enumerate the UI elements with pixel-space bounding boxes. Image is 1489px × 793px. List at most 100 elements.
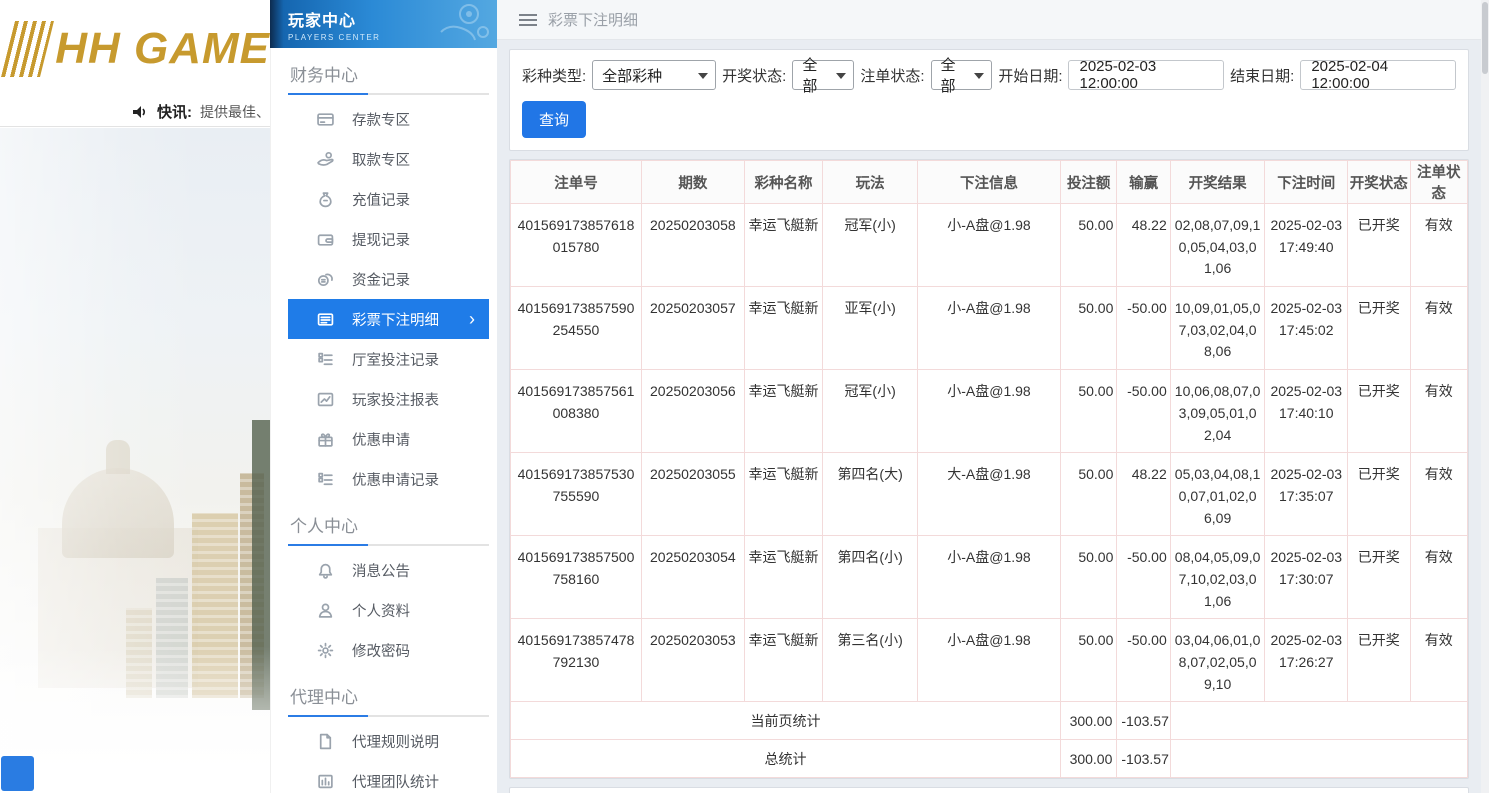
order-status-value: 全部 [940, 57, 956, 95]
table-cell: 50.00 [1059, 286, 1118, 371]
main-panel: 彩票下注明细 彩种类型: 全部彩种 开奖状态: 全部 注单状态: 全部 开始日期… [497, 0, 1481, 793]
table-cell: 2025-02-03 17:30:07 [1264, 535, 1349, 620]
table-cell: 有效 [1409, 452, 1468, 537]
sidebar-item[interactable]: 修改密码 [288, 630, 489, 670]
end-date-input[interactable]: 2025-02-04 12:00:00 [1300, 58, 1456, 92]
sidebar-item-label: 充值记录 [352, 192, 410, 209]
scrollbar-thumb[interactable] [1482, 2, 1488, 74]
table-cell: 第四名(小) [822, 535, 918, 620]
table-cell: 08,04,05,09,07,10,02,03,01,06 [1169, 535, 1266, 620]
sidebar-item[interactable]: 优惠申请记录 [288, 459, 489, 499]
table-header-row: 注单号 期数 彩种名称 玩法 下注信息 投注额 输赢 开奖结果 下注时间 开奖状态 注单状态 [510, 160, 1468, 204]
table-cell: 大-A盘@1.98 [916, 452, 1061, 537]
end-date-value: 2025-02-04 12:00:00 [1311, 58, 1389, 92]
table-cell: 幸运飞艇新 [743, 369, 824, 454]
draw-status-select[interactable]: 全部 [792, 57, 855, 95]
table-cell: 48.22 [1116, 202, 1171, 288]
table-cell: 50.00 [1059, 202, 1118, 288]
money-bag-icon [316, 190, 334, 208]
sidebar-item[interactable]: 厅室投注记录 [288, 339, 489, 379]
table-row: 401569173857561008380 20250203056 幸运飞艇新 冠军(… [510, 369, 1468, 454]
table-cell: 亚军(小) [822, 286, 918, 371]
summary-bet-total: 300.00 [1059, 739, 1118, 779]
speaker-icon [133, 105, 149, 119]
order-status-select[interactable]: 全部 [930, 57, 993, 95]
table-cell: 已开奖 [1347, 202, 1411, 288]
ticket-list-icon [316, 310, 334, 328]
sidebar-menu: 财务中心 存款专区 取款专区 充值记录 提现记录 资金记录 彩票下注明细 › 厅室投注记录 玩家投… [270, 48, 497, 793]
ticker-text: 提供最佳、 [200, 103, 270, 120]
sidebar-item[interactable]: 优惠申请 [288, 419, 489, 459]
sidebar-item[interactable]: 消息公告 [288, 550, 489, 590]
column-header: 输赢 [1116, 160, 1171, 204]
summary-row: 当前页统计 300.00 -103.57 [510, 701, 1468, 741]
lottery-type-value: 全部彩种 [602, 67, 663, 85]
sidebar-item[interactable]: 个人资料 [288, 590, 489, 630]
table-cell: 401569173857478792130 [510, 618, 642, 703]
table-cell: 第三名(小) [822, 618, 918, 703]
column-header: 玩法 [822, 160, 918, 204]
logo-band: HH GAME [0, 0, 270, 97]
sidebar-item[interactable]: 彩票下注明细 › [288, 299, 489, 339]
report-icon [316, 390, 334, 408]
list-icon [316, 350, 334, 368]
floating-widget-button[interactable] [1, 756, 34, 791]
sidebar-item-label: 代理规则说明 [352, 734, 439, 751]
table-cell: 小-A盘@1.98 [916, 286, 1061, 371]
sidebar-item-label: 修改密码 [352, 643, 410, 660]
document-icon [316, 732, 334, 750]
column-header: 注单状态 [1409, 160, 1468, 204]
pagination-bar: 每页显示20条 共6条 首页 上一页 [1] 下一页 第 页 跳转 [509, 787, 1469, 793]
scrollbar[interactable] [1481, 0, 1489, 793]
table-cell: 401569173857530755590 [510, 452, 642, 537]
table-cell: 小-A盘@1.98 [916, 202, 1061, 288]
table-cell: 20250203056 [640, 369, 745, 454]
table-cell: 2025-02-03 17:45:02 [1264, 286, 1349, 371]
table-cell: 第四名(大) [822, 452, 918, 537]
sidebar-item[interactable]: 代理团队统计 [288, 761, 489, 793]
table-cell: 20250203053 [640, 618, 745, 703]
query-button[interactable]: 查询 [522, 101, 587, 138]
sidebar-item[interactable]: 资金记录 [288, 259, 489, 299]
table-cell: 03,04,06,01,08,07,02,05,09,10 [1169, 618, 1266, 703]
summary-empty-cell [1169, 739, 1468, 779]
table-cell: 50.00 [1059, 618, 1118, 703]
page-title: 彩票下注明细 [548, 12, 639, 29]
sidebar-item[interactable]: 玩家投注报表 [288, 379, 489, 419]
sidebar-item-label: 优惠申请 [352, 432, 410, 449]
section-underline [288, 93, 489, 95]
column-header: 下注信息 [916, 160, 1061, 204]
table-row: 401569173857618015780 20250203058 幸运飞艇新 冠军(… [510, 202, 1468, 288]
city-photo [0, 128, 270, 793]
sidebar-item[interactable]: 充值记录 [288, 179, 489, 219]
lottery-type-select[interactable]: 全部彩种 [592, 60, 717, 90]
sidebar-item[interactable]: 提现记录 [288, 219, 489, 259]
coins-icon [316, 270, 334, 288]
stats-icon [316, 772, 334, 790]
logo-stripes-decoration [1, 20, 55, 77]
menu-icon[interactable] [519, 13, 537, 26]
sidebar-item[interactable]: 取款专区 [288, 139, 489, 179]
table-cell: 幸运飞艇新 [743, 535, 824, 620]
sidebar-item-label: 消息公告 [352, 563, 410, 580]
table-cell: 02,08,07,09,10,05,04,03,01,06 [1169, 202, 1266, 288]
table-cell: 50.00 [1059, 452, 1118, 537]
table-cell: 幸运飞艇新 [743, 202, 824, 288]
sidebar-item[interactable]: 存款专区 [288, 99, 489, 139]
content-area: 彩种类型: 全部彩种 开奖状态: 全部 注单状态: 全部 开始日期: 2025-… [497, 40, 1481, 793]
table-cell: 幸运飞艇新 [743, 286, 824, 371]
news-ticker: 快讯: 提供最佳、 [0, 97, 270, 127]
table-cell: 2025-02-03 17:40:10 [1264, 369, 1349, 454]
start-date-label: 开始日期: [998, 67, 1063, 85]
table-cell: 401569173857618015780 [510, 202, 642, 288]
table-cell: 已开奖 [1347, 618, 1411, 703]
start-date-input[interactable]: 2025-02-03 12:00:00 [1068, 58, 1225, 92]
bet-table-card: 注单号 期数 彩种名称 玩法 下注信息 投注额 输赢 开奖结果 下注时间 开奖状态 注单状态 4015… [509, 159, 1469, 780]
table-cell: 有效 [1409, 286, 1468, 371]
table-cell: 50.00 [1059, 369, 1118, 454]
table-cell: 401569173857500758160 [510, 535, 642, 620]
sidebar-item[interactable]: 代理规则说明 [288, 721, 489, 761]
ticker-label: 快讯: [157, 104, 192, 121]
table-cell: 冠军(小) [822, 369, 918, 454]
column-header: 注单号 [510, 160, 642, 204]
